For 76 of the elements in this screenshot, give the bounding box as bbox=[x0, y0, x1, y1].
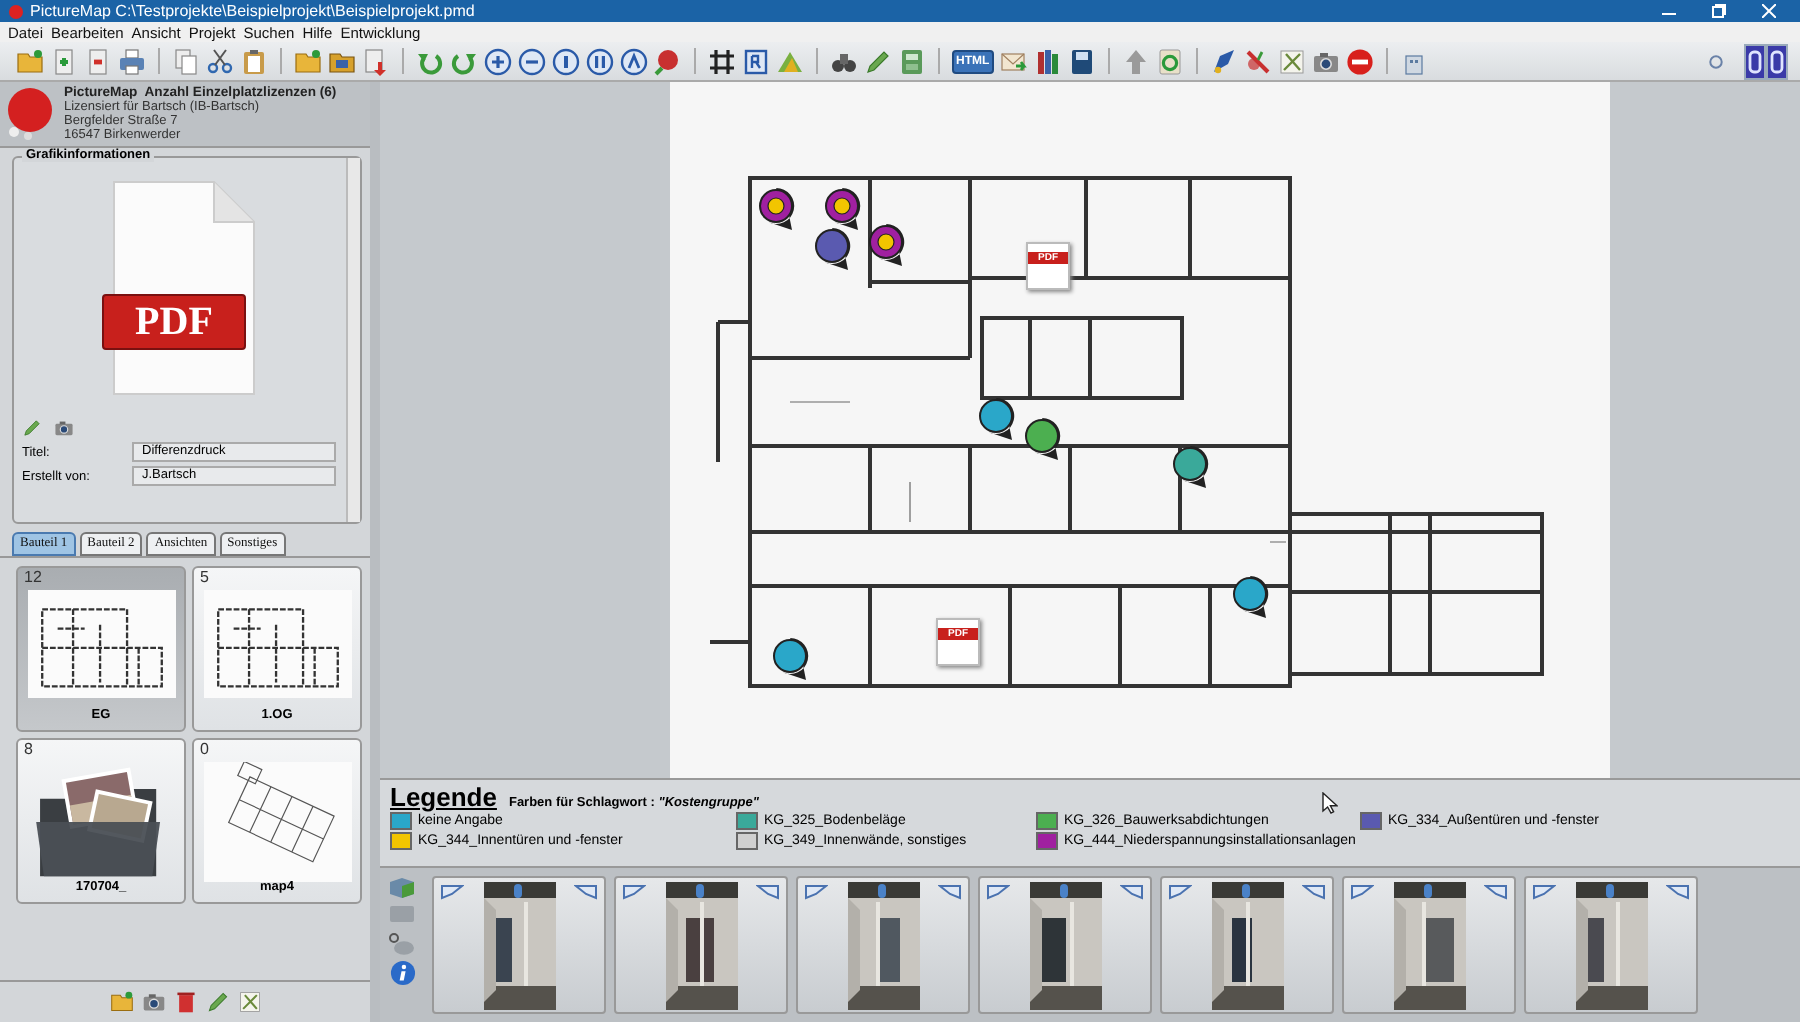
flag-icon[interactable] bbox=[1120, 884, 1144, 900]
photo-card[interactable] bbox=[432, 876, 606, 1014]
pencil-icon[interactable] bbox=[205, 990, 229, 1014]
arrow-up-icon[interactable] bbox=[1121, 47, 1150, 75]
zoom-out-icon[interactable] bbox=[518, 47, 546, 75]
save-icon[interactable] bbox=[1067, 47, 1096, 75]
flag-icon[interactable] bbox=[1532, 884, 1556, 900]
zoom-in-icon[interactable] bbox=[484, 47, 512, 75]
grid-icon[interactable] bbox=[708, 47, 736, 75]
document-icon[interactable] bbox=[50, 47, 78, 75]
flag-icon[interactable] bbox=[804, 884, 828, 900]
map-pin[interactable] bbox=[869, 224, 905, 266]
map-pin[interactable] bbox=[979, 398, 1015, 440]
photo-card[interactable] bbox=[614, 876, 788, 1014]
folder-icon[interactable] bbox=[109, 990, 133, 1014]
flag-icon[interactable] bbox=[1350, 884, 1374, 900]
stop-icon[interactable] bbox=[1345, 47, 1374, 75]
flag-icon[interactable] bbox=[986, 884, 1010, 900]
map-pin[interactable] bbox=[1173, 446, 1209, 488]
folder-icon[interactable] bbox=[16, 47, 44, 75]
flag-icon[interactable] bbox=[1484, 884, 1508, 900]
scrollbar[interactable] bbox=[346, 158, 360, 522]
tools-icon[interactable] bbox=[237, 990, 261, 1014]
app-icon bbox=[8, 3, 24, 19]
photo-card[interactable] bbox=[1160, 876, 1334, 1014]
printer-icon[interactable] bbox=[118, 47, 146, 75]
counter-display-icon[interactable] bbox=[1744, 43, 1788, 79]
document-icon[interactable] bbox=[84, 47, 112, 75]
map-pin[interactable] bbox=[825, 188, 861, 230]
pdf-label: PDF bbox=[102, 294, 246, 350]
map-pin[interactable] bbox=[773, 638, 809, 680]
circle-icon[interactable] bbox=[620, 47, 648, 75]
folder-icon[interactable] bbox=[294, 47, 322, 75]
books-icon[interactable] bbox=[1033, 47, 1062, 75]
flag-icon[interactable] bbox=[938, 884, 962, 900]
window-title: PictureMap C:\Testprojekte\Beispielprojekt\Beispielprojekt.pmd bbox=[30, 2, 477, 20]
tools-icon[interactable] bbox=[1277, 47, 1306, 75]
cursor-icon bbox=[1322, 792, 1338, 814]
camera-icon[interactable] bbox=[1311, 47, 1340, 75]
flag-icon[interactable] bbox=[1666, 884, 1690, 900]
flag-icon[interactable] bbox=[440, 884, 464, 900]
scissors-icon[interactable] bbox=[206, 47, 234, 75]
flag-icon[interactable] bbox=[1302, 884, 1326, 900]
photo-card[interactable] bbox=[1342, 876, 1516, 1014]
recycle-icon[interactable] bbox=[1155, 47, 1184, 75]
flag-icon[interactable] bbox=[574, 884, 598, 900]
folder-icon[interactable] bbox=[328, 47, 356, 75]
avatar-icon bbox=[4, 84, 56, 140]
pencil-icon[interactable] bbox=[22, 418, 42, 438]
pencil-icon[interactable] bbox=[864, 47, 892, 75]
flag-icon[interactable] bbox=[1168, 884, 1192, 900]
map-pin[interactable] bbox=[1233, 576, 1269, 618]
map-pin[interactable] bbox=[815, 228, 851, 270]
map-pin[interactable] bbox=[1025, 418, 1061, 460]
pin-icon[interactable] bbox=[654, 47, 682, 75]
trash-icon[interactable] bbox=[173, 990, 197, 1014]
circle-icon[interactable] bbox=[586, 47, 614, 75]
info-icon[interactable] bbox=[389, 960, 415, 986]
document-icon[interactable] bbox=[362, 47, 390, 75]
legend-title: Legende bbox=[390, 782, 497, 812]
photo-card[interactable] bbox=[1524, 876, 1698, 1014]
envelope-icon[interactable] bbox=[999, 47, 1028, 75]
circle-icon[interactable] bbox=[552, 47, 580, 75]
close-icon[interactable] bbox=[1762, 4, 1776, 18]
frame-icon[interactable] bbox=[742, 47, 770, 75]
camera-icon[interactable] bbox=[54, 418, 74, 438]
photo-card[interactable] bbox=[978, 876, 1152, 1014]
restore-icon[interactable] bbox=[1712, 4, 1726, 18]
map-pin[interactable] bbox=[759, 188, 795, 230]
photo-card[interactable] bbox=[796, 876, 970, 1014]
camera-icon[interactable] bbox=[141, 990, 165, 1014]
flag-icon[interactable] bbox=[756, 884, 780, 900]
flag-icon[interactable] bbox=[622, 884, 646, 900]
clipboard-icon[interactable] bbox=[240, 47, 268, 75]
paint-icon[interactable] bbox=[1209, 47, 1238, 75]
calculator-icon[interactable] bbox=[898, 47, 926, 75]
